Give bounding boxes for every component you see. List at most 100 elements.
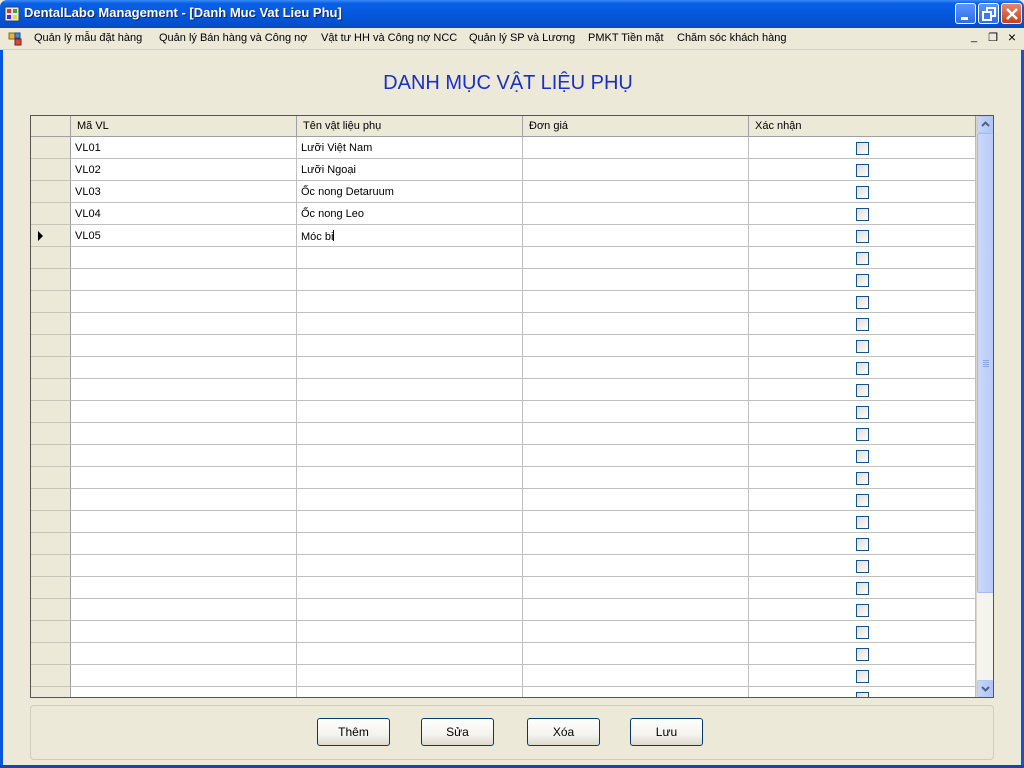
table-row[interactable] (31, 577, 976, 599)
price-cell[interactable] (523, 269, 749, 291)
price-cell[interactable] (523, 533, 749, 555)
name-cell[interactable] (297, 247, 523, 269)
materials-grid[interactable]: Mã VL Tên vật liệu phụ Đơn giá Xác nhận … (30, 115, 994, 698)
mdi-child-icon[interactable] (8, 32, 22, 46)
edit-button[interactable]: Sửa (421, 718, 494, 746)
menu-products-salary[interactable]: Quản lý SP và Lương (469, 32, 575, 44)
name-cell[interactable] (297, 511, 523, 533)
column-header-price[interactable]: Đơn giá (523, 116, 749, 137)
price-cell[interactable] (523, 159, 749, 181)
confirm-cell[interactable] (749, 137, 976, 159)
confirm-checkbox[interactable] (856, 186, 869, 199)
name-cell[interactable] (297, 313, 523, 335)
name-cell[interactable] (297, 665, 523, 687)
confirm-checkbox[interactable] (856, 670, 869, 683)
table-row[interactable] (31, 555, 976, 577)
scroll-thumb[interactable] (977, 133, 993, 593)
price-cell[interactable] (523, 555, 749, 577)
confirm-checkbox[interactable] (856, 230, 869, 243)
code-cell[interactable] (71, 555, 297, 577)
code-cell[interactable] (71, 577, 297, 599)
code-cell[interactable] (71, 533, 297, 555)
row-header[interactable] (31, 445, 71, 467)
confirm-cell[interactable] (749, 445, 976, 467)
name-cell[interactable] (297, 269, 523, 291)
row-header[interactable] (31, 489, 71, 511)
name-cell[interactable] (297, 357, 523, 379)
row-header[interactable] (31, 269, 71, 291)
column-header-name[interactable]: Tên vật liệu phụ (297, 116, 523, 137)
row-header[interactable] (31, 555, 71, 577)
confirm-cell[interactable] (749, 423, 976, 445)
confirm-checkbox[interactable] (856, 252, 869, 265)
code-cell[interactable]: VL02 (71, 159, 297, 181)
confirm-cell[interactable] (749, 555, 976, 577)
confirm-cell[interactable] (749, 643, 976, 665)
code-cell[interactable] (71, 445, 297, 467)
name-cell[interactable] (297, 401, 523, 423)
table-row[interactable] (31, 687, 976, 697)
confirm-checkbox[interactable] (856, 142, 869, 155)
price-cell[interactable] (523, 291, 749, 313)
confirm-cell[interactable] (749, 335, 976, 357)
code-cell[interactable]: VL01 (71, 137, 297, 159)
confirm-cell[interactable] (749, 379, 976, 401)
confirm-checkbox[interactable] (856, 560, 869, 573)
row-header[interactable] (31, 599, 71, 621)
row-header[interactable] (31, 533, 71, 555)
price-cell[interactable] (523, 225, 749, 247)
confirm-cell[interactable] (749, 269, 976, 291)
code-cell[interactable] (71, 247, 297, 269)
table-row[interactable] (31, 379, 976, 401)
confirm-checkbox[interactable] (856, 208, 869, 221)
code-cell[interactable] (71, 401, 297, 423)
menu-order-management[interactable]: Quản lý mẫu đặt hàng (34, 32, 142, 44)
close-button[interactable] (1001, 3, 1022, 24)
confirm-cell[interactable] (749, 511, 976, 533)
table-row[interactable] (31, 291, 976, 313)
name-cell[interactable] (297, 621, 523, 643)
table-row[interactable]: VL01 Lưỡi Việt Nam (31, 137, 976, 159)
price-cell[interactable] (523, 423, 749, 445)
code-cell[interactable]: VL04 (71, 203, 297, 225)
confirm-checkbox[interactable] (856, 494, 869, 507)
price-cell[interactable] (523, 511, 749, 533)
table-row[interactable] (31, 269, 976, 291)
confirm-cell[interactable] (749, 467, 976, 489)
confirm-checkbox[interactable] (856, 296, 869, 309)
confirm-cell[interactable] (749, 621, 976, 643)
price-cell[interactable] (523, 445, 749, 467)
code-cell[interactable] (71, 687, 297, 697)
confirm-checkbox[interactable] (856, 340, 869, 353)
confirm-checkbox[interactable] (856, 406, 869, 419)
table-row[interactable] (31, 533, 976, 555)
price-cell[interactable] (523, 313, 749, 335)
confirm-cell[interactable] (749, 159, 976, 181)
confirm-cell[interactable] (749, 599, 976, 621)
code-cell[interactable]: VL03 (71, 181, 297, 203)
code-cell[interactable]: VL05 (71, 225, 297, 247)
row-header[interactable] (31, 665, 71, 687)
price-cell[interactable] (523, 621, 749, 643)
mdi-restore-button[interactable]: ❐ (985, 31, 1001, 47)
table-row[interactable]: VL03 Ốc nong Detaruum (31, 181, 976, 203)
table-row[interactable] (31, 489, 976, 511)
confirm-cell[interactable] (749, 687, 976, 697)
table-row[interactable] (31, 401, 976, 423)
price-cell[interactable] (523, 247, 749, 269)
confirm-checkbox[interactable] (856, 472, 869, 485)
code-cell[interactable] (71, 599, 297, 621)
code-cell[interactable] (71, 489, 297, 511)
confirm-checkbox[interactable] (856, 428, 869, 441)
confirm-checkbox[interactable] (856, 604, 869, 617)
name-cell[interactable] (297, 445, 523, 467)
name-cell[interactable]: Lưỡi Ngoại (297, 159, 523, 181)
row-header[interactable] (31, 687, 71, 697)
name-cell[interactable] (297, 489, 523, 511)
price-cell[interactable] (523, 379, 749, 401)
row-header[interactable] (31, 423, 71, 445)
row-header[interactable] (31, 181, 71, 203)
column-header-code[interactable]: Mã VL (71, 116, 297, 137)
confirm-checkbox[interactable] (856, 538, 869, 551)
scroll-up-button[interactable] (977, 116, 993, 133)
